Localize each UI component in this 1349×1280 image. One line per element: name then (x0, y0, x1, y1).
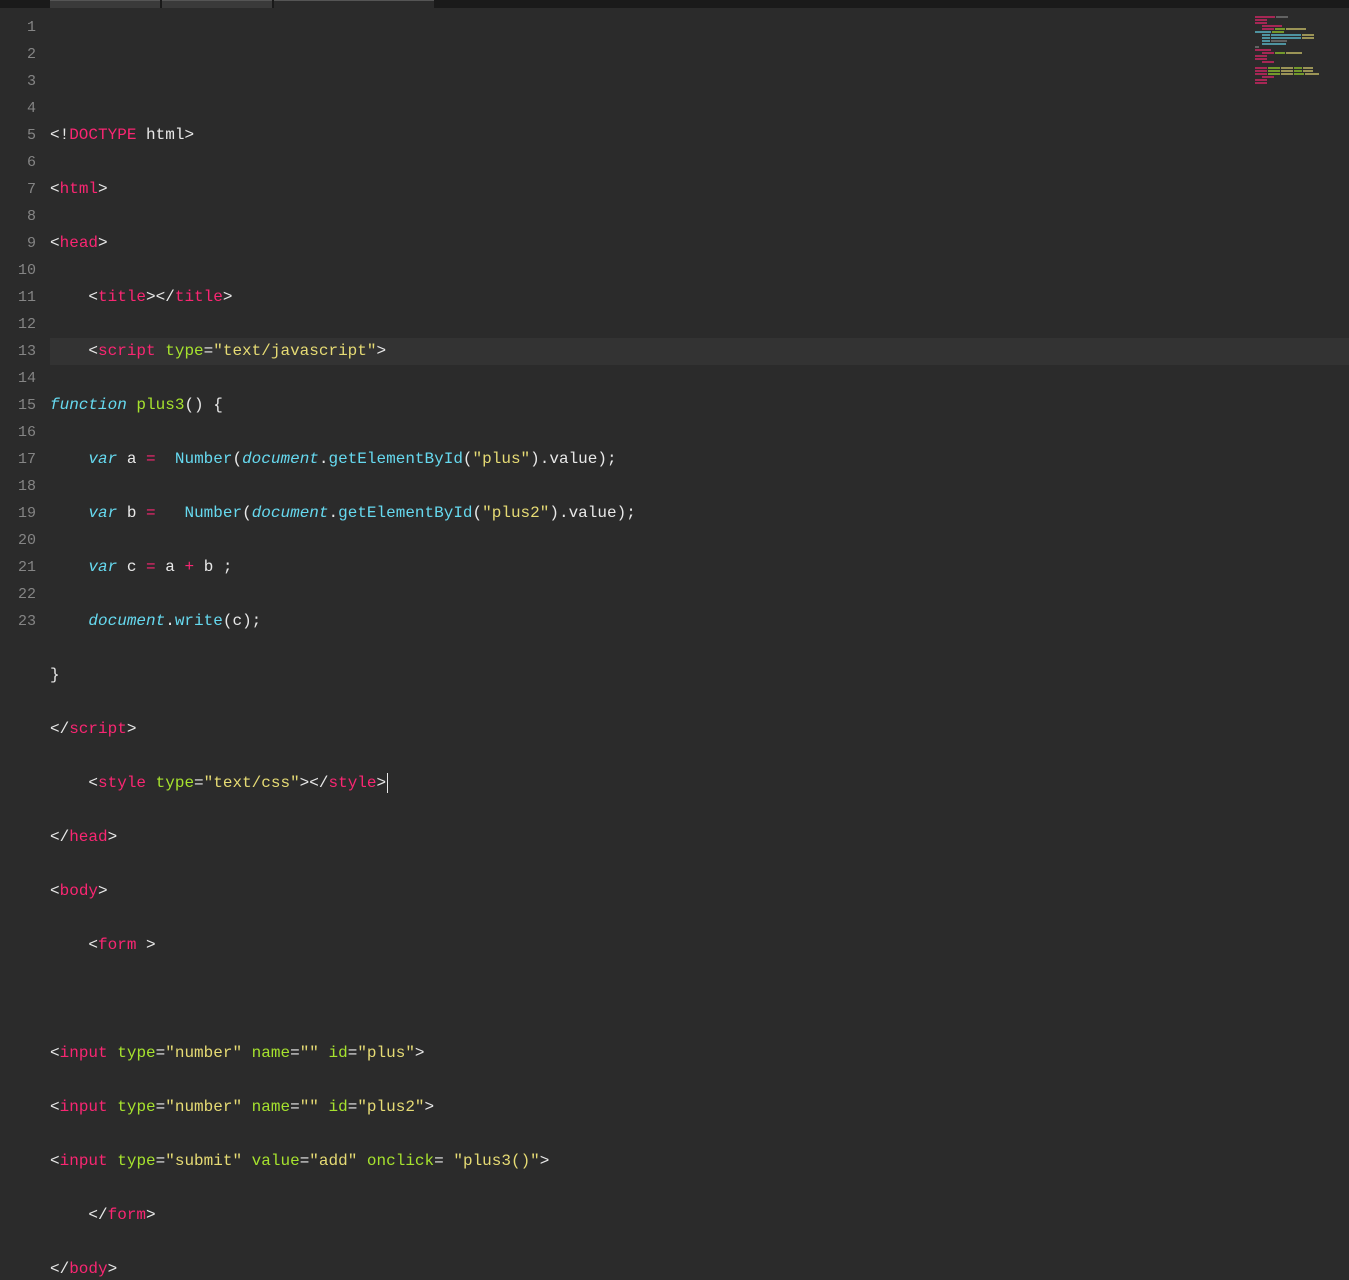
line-number: 20 (0, 527, 36, 554)
code-line: <head> (50, 230, 1349, 257)
editor-tab[interactable] (162, 0, 272, 8)
code-area[interactable]: <!DOCTYPE html> <html> <head> <title></t… (50, 8, 1349, 640)
code-line: <title></title> (50, 284, 1349, 311)
editor-tab-active[interactable] (274, 0, 434, 8)
line-number: 18 (0, 473, 36, 500)
text-cursor (387, 773, 388, 793)
line-number-gutter: 1 2 3 4 5 6 7 8 9 10 11 12 13 14 15 16 1… (0, 8, 50, 640)
code-line: </script> (50, 716, 1349, 743)
line-number: 21 (0, 554, 36, 581)
code-line: var a = Number(document.getElementById("… (50, 446, 1349, 473)
line-number: 15 (0, 392, 36, 419)
code-line: </head> (50, 824, 1349, 851)
line-number: 5 (0, 122, 36, 149)
line-number: 14 (0, 365, 36, 392)
line-number: 9 (0, 230, 36, 257)
line-number: 19 (0, 500, 36, 527)
code-line: </form> (50, 1202, 1349, 1229)
code-editor[interactable]: 1 2 3 4 5 6 7 8 9 10 11 12 13 14 15 16 1… (0, 8, 1349, 640)
minimap[interactable] (1255, 16, 1345, 86)
code-line: function plus3() { (50, 392, 1349, 419)
editor-tab[interactable] (50, 0, 160, 8)
tab-bar (0, 0, 1349, 8)
line-number: 10 (0, 257, 36, 284)
line-number: 16 (0, 419, 36, 446)
code-line: document.write(c); (50, 608, 1349, 635)
code-line (50, 986, 1349, 1013)
code-line: <body> (50, 878, 1349, 905)
line-number: 12 (0, 311, 36, 338)
code-line: <html> (50, 176, 1349, 203)
code-line: <input type="submit" value="add" onclick… (50, 1148, 1349, 1175)
line-number: 4 (0, 95, 36, 122)
code-line: } (50, 662, 1349, 689)
code-line: </body> (50, 1256, 1349, 1280)
code-line: <form > (50, 932, 1349, 959)
code-line: var b = Number(document.getElementById("… (50, 500, 1349, 527)
line-number: 13 (0, 338, 36, 365)
code-content: <!DOCTYPE html> <html> <head> <title></t… (50, 95, 1349, 1280)
line-number: 8 (0, 203, 36, 230)
line-number: 1 (0, 14, 36, 41)
line-number: 22 (0, 581, 36, 608)
code-line: <input type="number" name="" id="plus"> (50, 1040, 1349, 1067)
line-number: 11 (0, 284, 36, 311)
code-line: <input type="number" name="" id="plus2"> (50, 1094, 1349, 1121)
line-number: 17 (0, 446, 36, 473)
code-line: <!DOCTYPE html> (50, 122, 1349, 149)
code-line: <style type="text/css"></style> (50, 770, 1349, 797)
line-number: 3 (0, 68, 36, 95)
line-number: 6 (0, 149, 36, 176)
code-line: var c = a + b ; (50, 554, 1349, 581)
line-number: 2 (0, 41, 36, 68)
line-number: 7 (0, 176, 36, 203)
line-number: 23 (0, 608, 36, 635)
code-line: <script type="text/javascript"> (50, 338, 1349, 365)
